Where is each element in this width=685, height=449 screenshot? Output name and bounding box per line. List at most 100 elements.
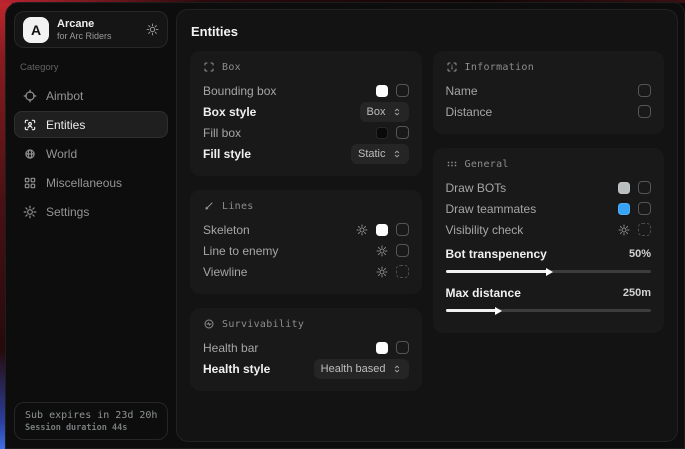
subscription-info-box: Sub expires in 23d 20h Session duration …	[14, 402, 168, 440]
entities-scan-icon	[23, 118, 37, 132]
general-card: General Draw BOTs Draw teammates	[433, 148, 665, 333]
distance-checkbox[interactable]	[638, 105, 651, 118]
dropdown-value: Health based	[321, 363, 386, 375]
setting-label: Health bar	[203, 341, 258, 355]
slider-fill	[446, 309, 497, 312]
sidebar-item-label: Aimbot	[46, 89, 83, 103]
card-title: General	[465, 159, 509, 170]
slider-fill	[446, 270, 549, 273]
fill-style-dropdown[interactable]: Static	[351, 144, 409, 164]
category-label: Category	[20, 62, 162, 73]
slider-row: Max distance 250m	[446, 282, 652, 312]
setting-row: Draw teammates	[446, 198, 652, 219]
viewline-checkbox[interactable]	[396, 265, 409, 278]
aimbot-crosshair-icon	[23, 89, 37, 103]
setting-row: Name	[446, 80, 652, 101]
survivability-pulse-icon	[203, 318, 215, 330]
sub-expiry-text: Sub expires in 23d 20h	[25, 410, 157, 421]
dropdown-value: Box	[367, 106, 386, 118]
card-title: Lines	[222, 201, 254, 212]
box-card: Box Bounding box Box style Box	[190, 51, 422, 176]
sidebar-item-miscellaneous[interactable]: Miscellaneous	[14, 169, 168, 196]
setting-row: Visibility check	[446, 219, 652, 240]
slider-value: 250m	[623, 287, 651, 299]
setting-row: Health style Health based	[203, 358, 409, 379]
page-title: Entities	[191, 24, 664, 39]
row-gear-icon[interactable]	[376, 266, 388, 278]
setting-row: Skeleton	[203, 219, 409, 240]
slider-thumb[interactable]	[546, 268, 553, 276]
draw-bots-checkbox[interactable]	[638, 181, 651, 194]
visibility-check-checkbox[interactable]	[638, 223, 651, 236]
setting-label: Skeleton	[203, 223, 250, 237]
health-bar-checkbox[interactable]	[396, 341, 409, 354]
slider-value: 50%	[629, 248, 651, 260]
card-title: Information	[465, 62, 535, 73]
bot-transparency-slider[interactable]	[446, 270, 652, 273]
setting-row: Draw BOTs	[446, 177, 652, 198]
sidebar-item-label: Entities	[46, 118, 85, 132]
sidebar-item-world[interactable]: World	[14, 140, 168, 167]
box-brackets-icon	[203, 61, 215, 73]
color-swatch[interactable]	[376, 224, 388, 236]
setting-label: Bot transpenency	[446, 247, 547, 261]
setting-row: Viewline	[203, 261, 409, 282]
brand-gear-icon[interactable]	[146, 23, 159, 36]
card-title: Survivability	[222, 319, 304, 330]
setting-row: Bounding box	[203, 80, 409, 101]
card-title: Box	[222, 62, 241, 73]
setting-row: Fill box	[203, 122, 409, 143]
setting-row: Fill style Static	[203, 143, 409, 164]
setting-label: Distance	[446, 105, 493, 119]
draw-teammates-checkbox[interactable]	[638, 202, 651, 215]
gear-icon	[23, 205, 37, 219]
bounding-box-checkbox[interactable]	[396, 84, 409, 97]
row-gear-icon[interactable]	[376, 245, 388, 257]
sidebar: A Arcane for Arc Riders Category Aimbot	[6, 3, 176, 448]
setting-label: Draw teammates	[446, 202, 537, 216]
general-grid-dots-icon	[446, 158, 458, 170]
slider-thumb[interactable]	[495, 307, 502, 315]
sidebar-item-label: Miscellaneous	[46, 176, 122, 190]
box-style-dropdown[interactable]: Box	[360, 102, 409, 122]
color-swatch[interactable]	[618, 182, 630, 194]
row-gear-icon[interactable]	[618, 224, 630, 236]
setting-label: Fill box	[203, 126, 241, 140]
row-gear-icon[interactable]	[356, 224, 368, 236]
setting-label: Name	[446, 84, 478, 98]
information-icon	[446, 61, 458, 73]
setting-label: Viewline	[203, 265, 247, 279]
setting-label: Fill style	[203, 147, 251, 161]
setting-label: Line to enemy	[203, 244, 278, 258]
color-swatch[interactable]	[376, 85, 388, 97]
sidebar-item-settings[interactable]: Settings	[14, 198, 168, 225]
brand-box: A Arcane for Arc Riders	[14, 11, 168, 48]
session-duration-text: Session duration 44s	[25, 423, 157, 433]
slider-row: Bot transpenency 50%	[446, 243, 652, 273]
brand-subtitle: for Arc Riders	[57, 31, 112, 42]
brand-avatar: A	[23, 17, 49, 43]
color-swatch[interactable]	[376, 342, 388, 354]
name-checkbox[interactable]	[638, 84, 651, 97]
sidebar-item-label: World	[46, 147, 77, 161]
color-swatch[interactable]	[618, 203, 630, 215]
color-swatch[interactable]	[376, 127, 388, 139]
setting-label: Max distance	[446, 286, 521, 300]
skeleton-checkbox[interactable]	[396, 223, 409, 236]
survivability-card: Survivability Health bar Health style He…	[190, 308, 422, 391]
sidebar-item-entities[interactable]: Entities	[14, 111, 168, 138]
setting-label: Visibility check	[446, 223, 524, 237]
lines-card: Lines Skeleton Line to enem	[190, 190, 422, 294]
fill-box-checkbox[interactable]	[396, 126, 409, 139]
health-style-dropdown[interactable]: Health based	[314, 359, 409, 379]
setting-row: Distance	[446, 101, 652, 122]
setting-row: Health bar	[203, 337, 409, 358]
unfold-icon	[392, 364, 402, 374]
main-panel: Entities Box Bounding box	[176, 9, 678, 442]
line-to-enemy-checkbox[interactable]	[396, 244, 409, 257]
pencil-line-icon	[203, 200, 215, 212]
max-distance-slider[interactable]	[446, 309, 652, 312]
sidebar-item-label: Settings	[46, 205, 89, 219]
sidebar-item-aimbot[interactable]: Aimbot	[14, 82, 168, 109]
grid-icon	[23, 176, 37, 190]
